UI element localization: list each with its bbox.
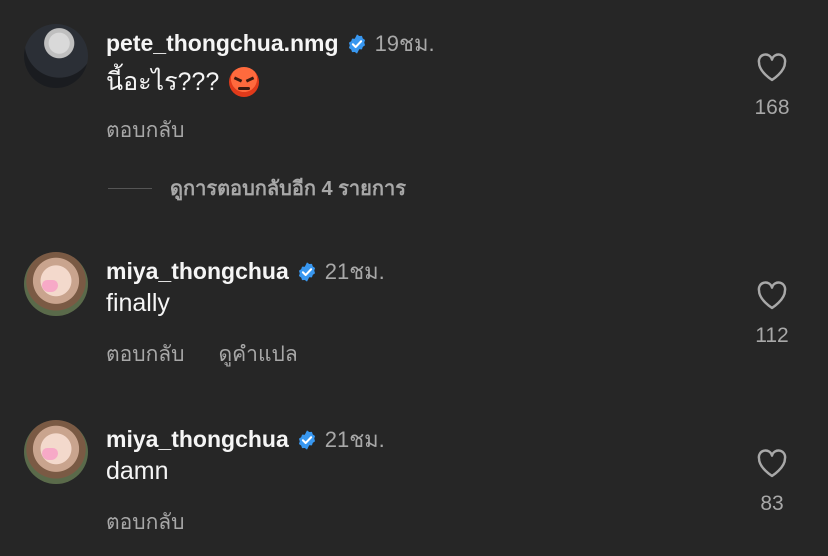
heart-sticker (42, 280, 58, 292)
comment-body: finally (106, 289, 170, 317)
verified-badge-icon (298, 429, 315, 450)
like-area: 112 (742, 280, 802, 348)
see-translation-button[interactable]: ดูคำแปล (219, 338, 298, 371)
reply-button[interactable]: ตอบกลับ (106, 338, 185, 371)
like-count: 168 (754, 96, 790, 119)
heart-sticker (42, 448, 58, 460)
username[interactable]: miya_thongchua (106, 258, 289, 285)
like-count: 112 (755, 324, 789, 347)
like-area: 83 (742, 448, 802, 516)
comment-header: miya_thongchua 21ชม. (106, 254, 385, 289)
timestamp: 21ชม. (324, 259, 385, 284)
comment-header: pete_thongchua.nmg 19ชม. (106, 26, 435, 61)
view-replies-button[interactable]: ดูการตอบกลับอีก 4 รายการ (108, 172, 406, 204)
timestamp: 19ชม. (374, 31, 435, 56)
comment-text: นี้อะไร??? (106, 62, 260, 102)
reply-button[interactable]: ตอบกลับ (106, 114, 185, 147)
comment-text: finally (106, 289, 170, 318)
comment-body: damn (106, 457, 169, 485)
comment-actions: ตอบกลับ (106, 114, 185, 147)
comment-body: นี้อะไร??? (106, 68, 220, 96)
comment-actions: ตอบกลับ ดูคำแปล (106, 338, 298, 371)
heart-icon[interactable] (755, 448, 789, 478)
verified-badge-icon (298, 261, 315, 282)
comment-actions: ตอบกลับ (106, 506, 185, 539)
timestamp: 21ชม. (324, 427, 385, 452)
heart-icon[interactable] (755, 52, 789, 82)
angry-face-emoji (229, 67, 260, 97)
like-count: 83 (760, 492, 784, 515)
comment-header: miya_thongchua 21ชม. (106, 422, 385, 457)
reply-button[interactable]: ตอบกลับ (106, 506, 185, 539)
comment-text: damn (106, 457, 169, 486)
view-replies-label: ดูการตอบกลับอีก 4 รายการ (170, 178, 406, 200)
username[interactable]: miya_thongchua (106, 426, 289, 453)
verified-badge-icon (348, 33, 365, 54)
avatar[interactable] (24, 252, 88, 316)
divider-line (108, 187, 152, 189)
username[interactable]: pete_thongchua.nmg (106, 30, 339, 57)
avatar[interactable] (24, 420, 88, 484)
avatar[interactable] (24, 24, 88, 88)
like-area: 168 (742, 52, 802, 120)
heart-icon[interactable] (755, 280, 789, 310)
